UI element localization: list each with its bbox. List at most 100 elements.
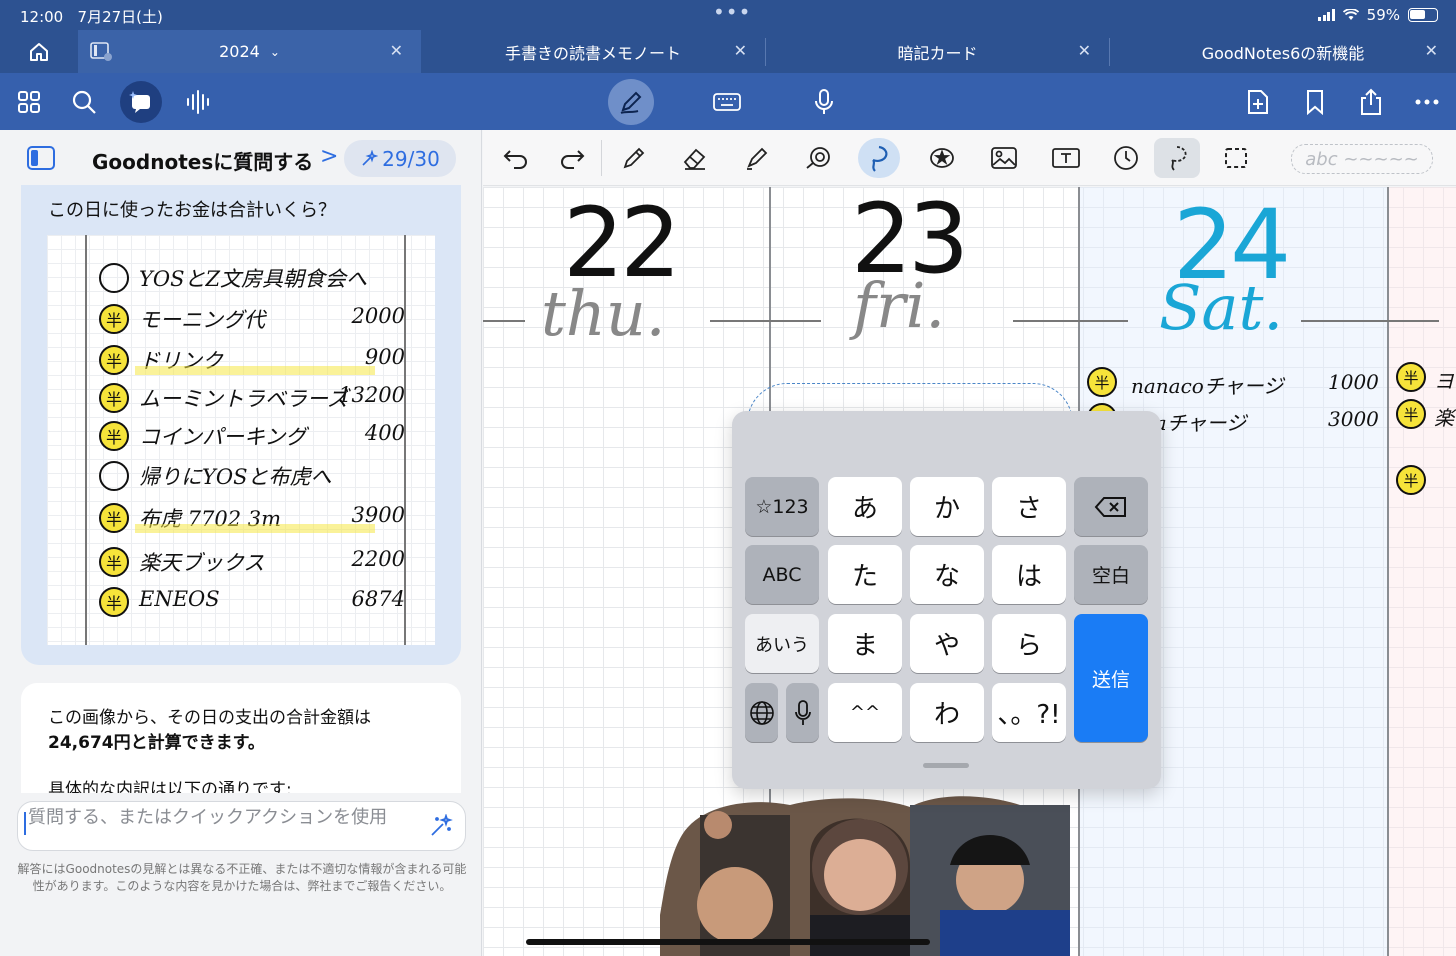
panel-title[interactable]: Goodnotesに質問する — [92, 146, 313, 175]
note-row: 半ムーミントラベラーズ 13200 — [99, 379, 405, 415]
key-ka[interactable]: か — [910, 477, 984, 536]
highlighter-tool[interactable] — [736, 138, 778, 178]
tab-flashcards[interactable]: 暗記カード ✕ — [766, 30, 1109, 73]
tab-goodnotes6-features[interactable]: GoodNotes6の新機能 ✕ — [1110, 30, 1456, 73]
key-punctuation[interactable]: 、。?! — [992, 683, 1066, 742]
globe-key[interactable] — [745, 683, 778, 742]
note-row-label: 布虎 7702 3m — [139, 507, 282, 531]
dictation-key[interactable] — [786, 683, 819, 742]
grid-view-button[interactable] — [8, 81, 50, 123]
key-delete[interactable] — [1074, 477, 1148, 536]
sticker-tool[interactable] — [921, 138, 963, 178]
key-abc[interactable]: ABC — [745, 545, 819, 604]
microphone-icon — [815, 89, 833, 114]
yen-coin-icon: 半 — [99, 503, 129, 533]
undo-button[interactable] — [495, 138, 537, 178]
note-row-label: ムーミントラベラーズ — [139, 387, 348, 411]
tab-label: 手書きの読書メモノート — [504, 43, 681, 63]
key-ya[interactable]: や — [910, 614, 984, 673]
delete-icon — [1094, 496, 1126, 517]
audio-record-button[interactable] — [177, 81, 219, 123]
key-wa[interactable]: わ — [910, 683, 984, 742]
note-row-amount: 2200 — [351, 547, 405, 571]
yen-coin-icon: 半 — [99, 421, 129, 451]
main-toolbar — [0, 73, 1456, 130]
keyboard-grabber[interactable] — [923, 763, 969, 768]
day-name-sat: Sat. — [1159, 271, 1284, 344]
day-name-fri: fri. — [853, 269, 946, 342]
home-indicator[interactable] — [526, 939, 930, 945]
status-time: 12:00 7月27日(土) — [20, 8, 163, 26]
tab-2024[interactable]: 2024 ⌄ ✕ — [78, 30, 421, 73]
shape-tool[interactable] — [798, 138, 840, 178]
handwritten-note-image: YOSとZ文房具朝食会へ半モーニング代 2000 半ドリンク 900 半ムーミントラベラ… — [47, 235, 435, 645]
yen-coin-icon: 半 — [99, 304, 129, 334]
dictation-button[interactable] — [803, 81, 845, 123]
key-numbers[interactable]: ☆123 — [745, 477, 819, 536]
lasso-icon — [872, 145, 888, 172]
close-tab-icon[interactable]: ✕ — [390, 41, 403, 60]
note-row-amount: 3900 — [351, 503, 405, 527]
note-row-label: ENEOS — [139, 587, 220, 611]
key-ha[interactable]: は — [992, 545, 1066, 604]
key-ma[interactable]: ま — [828, 614, 902, 673]
key-space[interactable]: 空白 — [1074, 545, 1148, 604]
search-button[interactable] — [63, 81, 105, 123]
home-icon — [30, 42, 48, 61]
close-tab-icon[interactable]: ✕ — [734, 41, 747, 60]
note-row-amount: 6874 — [351, 587, 405, 611]
home-button[interactable] — [0, 30, 78, 73]
pen-icon — [623, 147, 645, 169]
sparkle-icon — [362, 149, 379, 166]
multitasking-dots-icon[interactable]: ••• — [713, 0, 751, 24]
ai-assistant-button[interactable] — [120, 81, 162, 123]
note-row: YOSとZ文房具朝食会へ — [99, 259, 405, 295]
share-button[interactable] — [1350, 81, 1392, 123]
close-tab-icon[interactable]: ✕ — [1078, 41, 1091, 60]
rectangle-select-tool[interactable] — [1215, 138, 1257, 178]
text-tool[interactable] — [1045, 138, 1087, 178]
sidebar-toggle-icon[interactable] — [27, 146, 55, 170]
note-row: 半 ENEOS 6874 — [99, 583, 405, 619]
rectangle-select-icon — [1225, 148, 1247, 168]
timer-tool[interactable] — [1105, 138, 1147, 178]
lasso-select-tool[interactable] — [1154, 138, 1200, 178]
close-tab-icon[interactable]: ✕ — [1425, 41, 1438, 60]
key-sa[interactable]: さ — [992, 477, 1066, 536]
text-box-hint[interactable]: abc ~~~~~ — [1291, 144, 1433, 174]
tab-reading-memo[interactable]: 手書きの読書メモノート ✕ — [421, 30, 765, 73]
panel-header: Goodnotesに質問する > 29/30 — [0, 130, 482, 188]
eraser-tool[interactable] — [674, 138, 716, 178]
key-ta[interactable]: た — [828, 545, 902, 604]
expense-label: ヨ — [1434, 369, 1454, 393]
answer-line: 24,674円と計算できます。 — [48, 733, 265, 753]
photo-sticker[interactable] — [660, 795, 1072, 956]
signal-icon — [1318, 9, 1335, 21]
image-tool[interactable] — [983, 138, 1025, 178]
pen-icon — [620, 91, 642, 114]
more-button[interactable] — [1406, 81, 1448, 123]
day-header-line — [1013, 320, 1128, 322]
key-send[interactable]: 送信 — [1074, 614, 1148, 742]
bookmark-button[interactable] — [1294, 81, 1336, 123]
chevron-right-icon[interactable]: > — [320, 144, 338, 169]
key-ra[interactable]: ら — [992, 614, 1066, 673]
pen-mode-button[interactable] — [608, 79, 654, 125]
column-divider — [1387, 187, 1389, 956]
question-text: この日に使ったお金は合計いくら？ — [48, 200, 336, 221]
ask-goodnotes-panel: Goodnotesに質問する > 29/30 この日に使ったお金は合計いくら？ … — [0, 130, 482, 956]
key-a[interactable]: あ — [828, 477, 902, 536]
add-page-button[interactable] — [1237, 81, 1279, 123]
key-na[interactable]: な — [910, 545, 984, 604]
more-icon — [1415, 99, 1439, 105]
key-emoticon[interactable]: ^^ — [828, 683, 902, 742]
pen-tool[interactable] — [613, 138, 655, 178]
highlighter-icon — [747, 147, 768, 170]
keyboard-mode-button[interactable] — [706, 81, 748, 123]
answer-line: 具体的な内訳は以下の通りです: — [48, 780, 292, 793]
magic-wand-icon[interactable] — [429, 814, 453, 838]
question-input[interactable]: 質問する、またはクイックアクションを使用 — [17, 801, 466, 851]
lasso-tool[interactable] — [858, 138, 900, 178]
redo-button[interactable] — [551, 138, 593, 178]
key-kana[interactable]: あいう — [745, 614, 819, 673]
